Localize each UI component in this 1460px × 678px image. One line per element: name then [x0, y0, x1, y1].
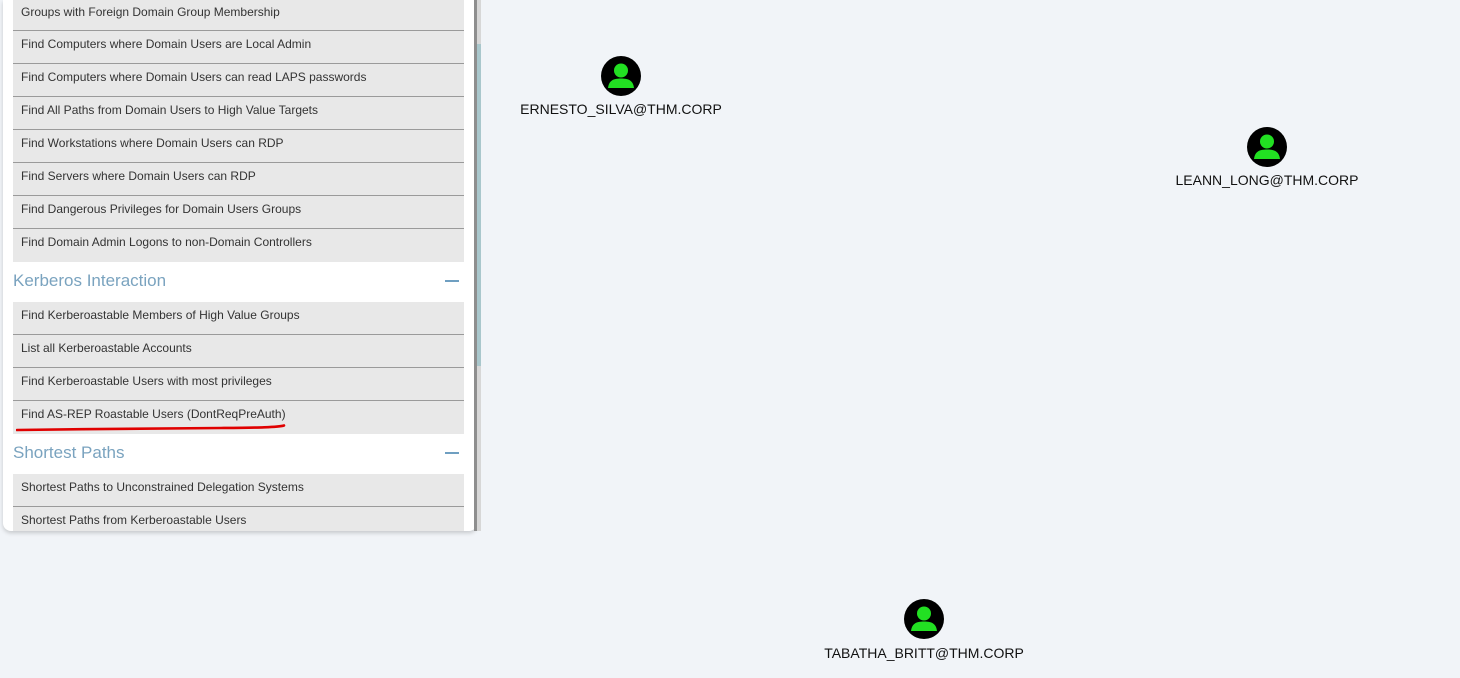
minus-icon[interactable] — [445, 280, 459, 282]
query-item[interactable]: Find Computers where Domain Users can re… — [13, 64, 464, 97]
query-label: Find Kerberoastable Users with most priv… — [21, 374, 272, 388]
user-icon — [1247, 127, 1287, 167]
query-item[interactable]: Find Servers where Domain Users can RDP — [13, 163, 464, 196]
queries-panel: Groups with Foreign Domain Group Members… — [3, 0, 477, 531]
section-shortest-paths[interactable]: Shortest Paths — [13, 434, 464, 474]
query-label: Find Computers where Domain Users are Lo… — [21, 37, 312, 51]
query-item[interactable]: Find Domain Admin Logons to non-Domain C… — [13, 229, 464, 262]
graph-canvas[interactable]: ERNESTO_SILVA@THM.CORP LEANN_LONG@THM.CO… — [0, 0, 1460, 678]
user-icon — [601, 56, 641, 96]
query-label: Find Domain Admin Logons to non-Domain C… — [21, 235, 312, 249]
query-label: Find All Paths from Domain Users to High… — [21, 103, 319, 117]
query-item[interactable]: Find Dangerous Privileges for Domain Use… — [13, 196, 464, 229]
query-label: Find AS-REP Roastable Users (DontReqPreA… — [21, 407, 286, 421]
queries-list: Groups with Foreign Domain Group Members… — [13, 0, 464, 531]
query-item[interactable]: Groups with Foreign Domain Group Members… — [13, 0, 464, 31]
query-label: Shortest Paths from Kerberoastable Users — [21, 513, 247, 527]
panel-scrollbar-edge — [474, 0, 477, 531]
graph-node-label: TABATHA_BRITT@THM.CORP — [824, 645, 1024, 661]
query-item[interactable]: Find Kerberoastable Members of High Valu… — [13, 302, 464, 335]
query-label: Find Computers where Domain Users can re… — [21, 70, 367, 84]
query-item[interactable]: Find Workstations where Domain Users can… — [13, 130, 464, 163]
query-label: Find Workstations where Domain Users can… — [21, 136, 284, 150]
section-title: Kerberos Interaction — [13, 271, 167, 290]
query-item-highlighted[interactable]: Find AS-REP Roastable Users (DontReqPreA… — [13, 401, 464, 434]
graph-node-label: ERNESTO_SILVA@THM.CORP — [520, 101, 722, 117]
query-label: Find Servers where Domain Users can RDP — [21, 169, 256, 183]
query-label: Groups with Foreign Domain Group Members… — [21, 5, 280, 19]
query-label: List all Kerberoastable Accounts — [21, 341, 192, 355]
query-item[interactable]: Find Computers where Domain Users are Lo… — [13, 31, 464, 64]
query-label: Find Dangerous Privileges for Domain Use… — [21, 202, 302, 216]
query-label: Find Kerberoastable Members of High Valu… — [21, 308, 300, 322]
query-label: Shortest Paths to Unconstrained Delegati… — [21, 480, 304, 494]
user-icon — [904, 599, 944, 639]
query-item[interactable]: Find All Paths from Domain Users to High… — [13, 97, 464, 130]
section-kerberos-interaction[interactable]: Kerberos Interaction — [13, 262, 464, 302]
query-item[interactable]: Shortest Paths from Kerberoastable Users — [13, 507, 464, 531]
query-item[interactable]: List all Kerberoastable Accounts — [13, 335, 464, 368]
minus-icon[interactable] — [445, 452, 459, 454]
graph-node-label: LEANN_LONG@THM.CORP — [1175, 172, 1359, 188]
query-item[interactable]: Find Kerberoastable Users with most priv… — [13, 368, 464, 401]
section-title: Shortest Paths — [13, 443, 125, 462]
query-item[interactable]: Shortest Paths to Unconstrained Delegati… — [13, 474, 464, 507]
red-underline-annotation — [16, 424, 286, 432]
